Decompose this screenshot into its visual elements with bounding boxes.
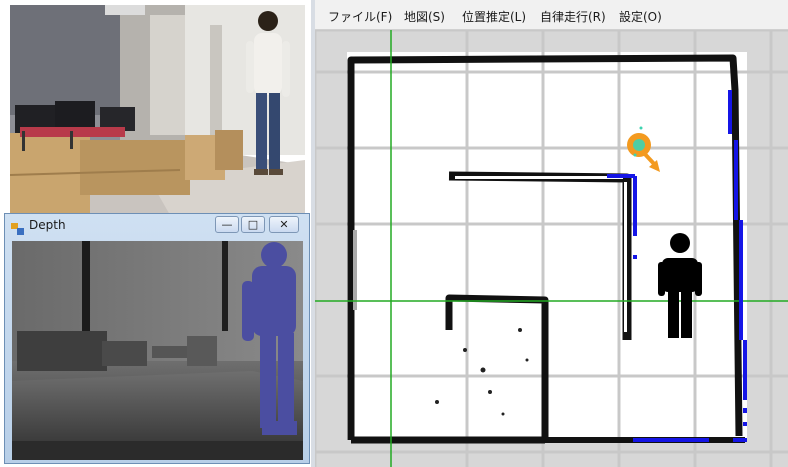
- menu-bar: ファイル(F) 地図(S) 位置推定(L) 自律走行(R) 設定(O): [315, 0, 788, 30]
- camera-view: [10, 5, 305, 215]
- menu-file[interactable]: ファイル(F): [328, 8, 392, 25]
- map-canvas[interactable]: [315, 30, 788, 467]
- map-window: ファイル(F) 地図(S) 位置推定(L) 自律走行(R) 設定(O): [315, 0, 788, 467]
- menu-settings[interactable]: 設定(O): [619, 8, 662, 25]
- maximize-button[interactable]: □: [241, 216, 265, 233]
- menu-autonomous[interactable]: 自律走行(R): [540, 8, 606, 25]
- depth-window-title: Depth: [29, 218, 66, 232]
- app-icon: [11, 220, 24, 235]
- minimize-button[interactable]: —: [215, 216, 239, 233]
- close-icon: ✕: [279, 218, 289, 231]
- depth-window: Depth — □ ✕: [4, 213, 310, 464]
- depth-titlebar: Depth — □ ✕: [5, 214, 309, 238]
- close-button[interactable]: ✕: [269, 216, 299, 233]
- menu-localization[interactable]: 位置推定(L): [462, 8, 526, 25]
- minimize-icon: —: [221, 218, 233, 231]
- depth-image: [12, 241, 303, 460]
- maximize-icon: □: [247, 218, 259, 231]
- menu-map[interactable]: 地図(S): [404, 8, 445, 25]
